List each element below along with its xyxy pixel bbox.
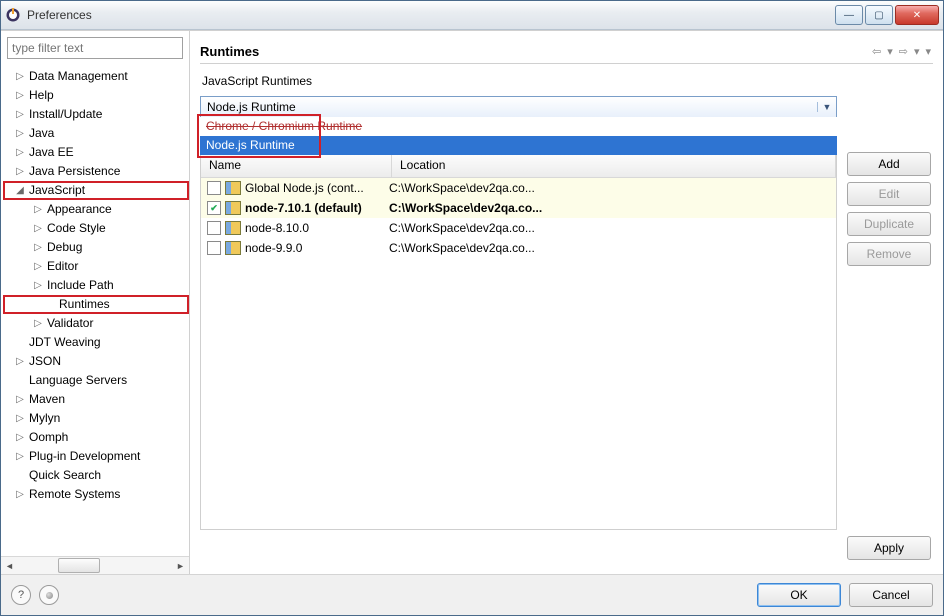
preferences-window: Preferences ― ▢ ✕ ▷Data Management ▷Help… — [0, 0, 944, 616]
row-name: Global Node.js (cont... — [245, 181, 364, 195]
ok-button[interactable]: OK — [757, 583, 841, 607]
add-button[interactable]: Add — [847, 152, 931, 176]
table-body: Global Node.js (cont... C:\WorkSpace\dev2… — [201, 178, 836, 258]
tree-item-install-update[interactable]: ▷Install/Update — [3, 105, 189, 124]
apply-button[interactable]: Apply — [847, 536, 931, 560]
tree-item-appearance[interactable]: ▷Appearance — [3, 200, 189, 219]
column-header-name[interactable]: Name — [201, 155, 392, 177]
tree-item-remote-systems[interactable]: ▷Remote Systems — [3, 485, 189, 504]
tree-item-data-management[interactable]: ▷Data Management — [3, 67, 189, 86]
scroll-right-arrow-icon[interactable]: ► — [172, 557, 189, 574]
table-row[interactable]: node-8.10.0 C:\WorkSpace\dev2qa.co... — [201, 218, 836, 238]
chevron-down-icon[interactable]: ▾ — [885, 45, 895, 58]
tree-item-runtimes[interactable]: Runtimes — [3, 295, 189, 314]
row-name: node-7.10.1 (default) — [245, 201, 362, 215]
row-checkbox[interactable]: ✔ — [207, 201, 221, 215]
tree-item-javascript[interactable]: ◢JavaScript — [3, 181, 189, 200]
row-location: C:\WorkSpace\dev2qa.co... — [381, 241, 836, 255]
edit-button[interactable]: Edit — [847, 182, 931, 206]
row-name: node-8.10.0 — [245, 221, 309, 235]
tree-item-java-persistence[interactable]: ▷Java Persistence — [3, 162, 189, 181]
dropdown-value: Node.js Runtime — [201, 100, 817, 114]
scroll-left-arrow-icon[interactable]: ◄ — [1, 557, 18, 574]
scroll-thumb[interactable] — [58, 558, 100, 573]
dialog-body: ▷Data Management ▷Help ▷Install/Update ▷… — [1, 30, 943, 574]
forward-arrow-icon[interactable]: ⇨ — [897, 45, 910, 58]
progress-icon[interactable] — [39, 585, 59, 605]
page-subtitle: JavaScript Runtimes — [202, 74, 933, 88]
runtimes-table: Name Location Global Node.js (cont... C:\… — [200, 154, 837, 530]
tree-item-validator[interactable]: ▷Validator — [3, 314, 189, 333]
tree-item-java-ee[interactable]: ▷Java EE — [3, 143, 189, 162]
filter-input[interactable] — [7, 37, 183, 59]
close-button[interactable]: ✕ — [895, 5, 939, 25]
cancel-button[interactable]: Cancel — [849, 583, 933, 607]
window-controls: ― ▢ ✕ — [835, 5, 939, 25]
row-name: node-9.9.0 — [245, 241, 302, 255]
preferences-tree[interactable]: ▷Data Management ▷Help ▷Install/Update ▷… — [1, 65, 189, 556]
runtime-icon — [225, 241, 241, 255]
table-header: Name Location — [201, 155, 836, 178]
tree-item-editor[interactable]: ▷Editor — [3, 257, 189, 276]
left-pane: ▷Data Management ▷Help ▷Install/Update ▷… — [1, 31, 190, 574]
tree-item-plugin-development[interactable]: ▷Plug-in Development — [3, 447, 189, 466]
row-checkbox[interactable] — [207, 241, 221, 255]
help-icon[interactable]: ? — [11, 585, 31, 605]
tree-item-mylyn[interactable]: ▷Mylyn — [3, 409, 189, 428]
page-title: Runtimes — [200, 44, 870, 59]
table-row[interactable]: Global Node.js (cont... C:\WorkSpace\dev2… — [201, 178, 836, 198]
page-header: Runtimes ⇦ ▾ ⇨ ▾ ▾ — [200, 39, 933, 64]
tree-item-help[interactable]: ▷Help — [3, 86, 189, 105]
tree-item-jdt-weaving[interactable]: JDT Weaving — [3, 333, 189, 352]
row-checkbox[interactable] — [207, 181, 221, 195]
filter-box — [7, 37, 183, 59]
right-pane: Runtimes ⇦ ▾ ⇨ ▾ ▾ JavaScript Runtimes N… — [190, 31, 943, 574]
dropdown-option-node[interactable]: Node.js Runtime — [200, 136, 837, 155]
minimize-button[interactable]: ― — [835, 5, 863, 25]
tree-item-include-path[interactable]: ▷Include Path — [3, 276, 189, 295]
back-arrow-icon[interactable]: ⇦ — [870, 45, 883, 58]
column-header-location[interactable]: Location — [392, 155, 836, 177]
table-row[interactable]: node-9.9.0 C:\WorkSpace\dev2qa.co... — [201, 238, 836, 258]
runtime-icon — [225, 181, 241, 195]
runtime-icon — [225, 221, 241, 235]
remove-button[interactable]: Remove — [847, 242, 931, 266]
table-row[interactable]: ✔ node-7.10.1 (default) C:\WorkSpace\dev2q… — [201, 198, 836, 218]
runtime-type-dropdown[interactable]: Node.js Runtime ▼ — [200, 96, 837, 118]
tree-item-code-style[interactable]: ▷Code Style — [3, 219, 189, 238]
tree-item-oomph[interactable]: ▷Oomph — [3, 428, 189, 447]
tree-item-java[interactable]: ▷Java — [3, 124, 189, 143]
tree-item-debug[interactable]: ▷Debug — [3, 238, 189, 257]
side-buttons: Add Edit Duplicate Remove — [847, 96, 933, 530]
app-icon — [5, 7, 21, 23]
dropdown-list: Chrome / Chromium Runtime Node.js Runtim… — [200, 117, 837, 155]
row-location: C:\WorkSpace\dev2qa.co... — [381, 181, 836, 195]
window-title: Preferences — [27, 8, 92, 22]
row-checkbox[interactable] — [207, 221, 221, 235]
header-nav: ⇦ ▾ ⇨ ▾ ▾ — [870, 45, 933, 58]
duplicate-button[interactable]: Duplicate — [847, 212, 931, 236]
dialog-footer: ? OK Cancel — [1, 574, 943, 615]
chevron-down-icon: ▼ — [817, 102, 836, 112]
tree-item-maven[interactable]: ▷Maven — [3, 390, 189, 409]
menu-chevron-icon[interactable]: ▾ — [923, 45, 933, 58]
tree-item-language-servers[interactable]: Language Servers — [3, 371, 189, 390]
chevron-down-icon[interactable]: ▾ — [912, 45, 922, 58]
tree-horizontal-scrollbar[interactable]: ◄ ► — [1, 556, 189, 574]
titlebar: Preferences ― ▢ ✕ — [1, 1, 943, 30]
tree-item-json[interactable]: ▷JSON — [3, 352, 189, 371]
tree-item-quick-search[interactable]: Quick Search — [3, 466, 189, 485]
maximize-button[interactable]: ▢ — [865, 5, 893, 25]
row-location: C:\WorkSpace\dev2qa.co... — [381, 221, 836, 235]
row-location: C:\WorkSpace\dev2qa.co... — [381, 201, 836, 215]
runtime-icon — [225, 201, 241, 215]
dropdown-option-chrome[interactable]: Chrome / Chromium Runtime — [200, 117, 837, 136]
